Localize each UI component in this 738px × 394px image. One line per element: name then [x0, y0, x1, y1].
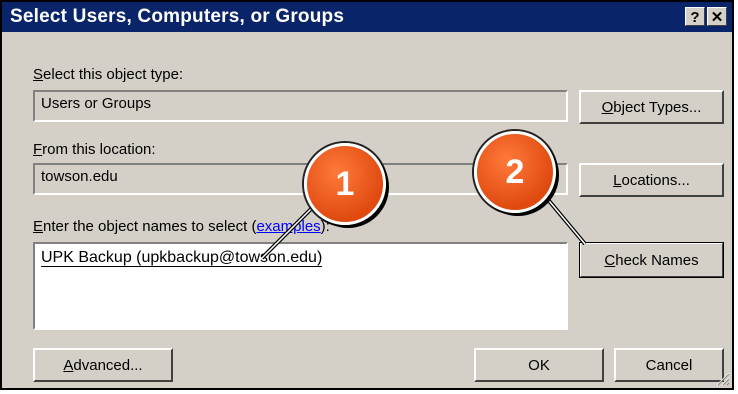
- callout-2: 2: [474, 131, 556, 213]
- callout-1: 1: [304, 143, 386, 225]
